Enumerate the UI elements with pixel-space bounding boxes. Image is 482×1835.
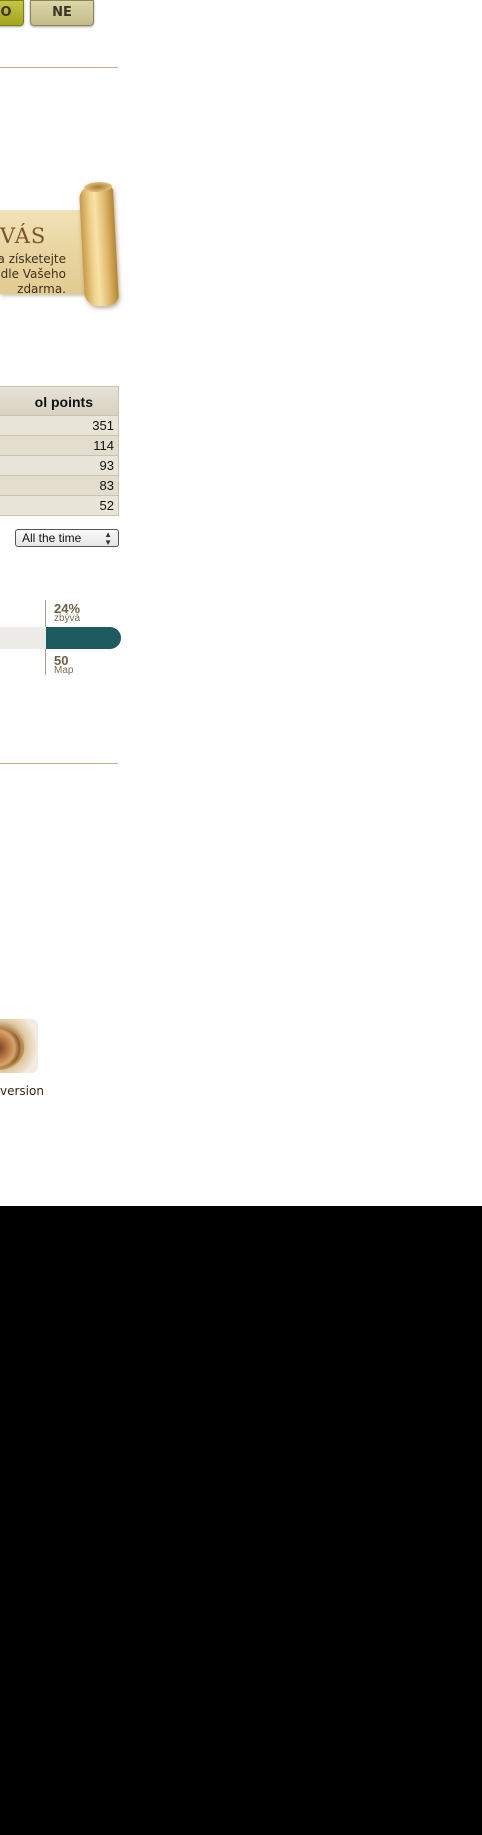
progress-percent-label: zbývá xyxy=(54,613,81,624)
period-select-value: All the time xyxy=(22,531,82,545)
table-row-value: 83 xyxy=(0,476,119,496)
table-row-value: 93 xyxy=(0,456,119,476)
yes-button[interactable]: O xyxy=(0,0,24,26)
page-content: O NE VÁS a získetejte dle Vašeho zdarma.… xyxy=(0,0,482,1206)
table-row-value: 351 xyxy=(0,416,119,436)
no-button[interactable]: NE xyxy=(30,0,94,26)
progress-fill xyxy=(46,627,121,649)
points-table: ol points 351 114 93 83 52 xyxy=(0,386,119,516)
progress-track xyxy=(0,627,46,649)
table-row-value: 52 xyxy=(0,496,119,516)
banner-text-line: zdarma. xyxy=(17,282,66,296)
map-count-label: Map xyxy=(54,665,74,676)
table-header-points: ol points xyxy=(0,386,119,416)
banner-text-line: a získetejte xyxy=(0,252,66,266)
select-arrows-icon: ▲ ▼ xyxy=(104,530,112,547)
section-divider xyxy=(0,763,118,764)
version-link[interactable]: version xyxy=(0,1084,44,1098)
banner-title: VÁS xyxy=(0,224,47,248)
section-divider xyxy=(0,67,118,68)
banner-text-line: dle Vašeho xyxy=(0,267,66,281)
scroll-roll-icon xyxy=(78,185,120,307)
table-row-value: 114 xyxy=(0,436,119,456)
compass-icon xyxy=(0,1026,24,1070)
app-thumbnail[interactable] xyxy=(0,1019,38,1073)
scroll-banner[interactable]: VÁS a získetejte dle Vašeho zdarma. xyxy=(0,181,122,312)
period-select[interactable]: All the time ▲ ▼ xyxy=(15,529,119,547)
